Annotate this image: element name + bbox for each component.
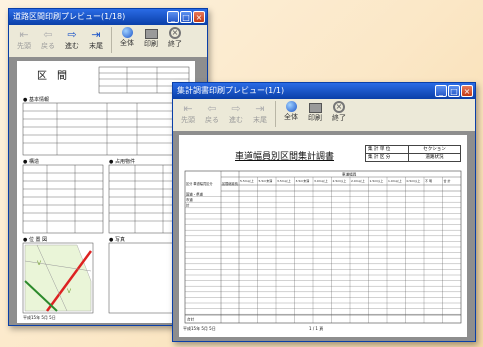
- toolbar-prev-page-button[interactable]: ⇦ 戻る: [201, 101, 223, 125]
- toolbar-button-label: 末尾: [89, 42, 103, 50]
- exit-icon: ×: [333, 101, 345, 113]
- toolbar-button-label: 終了: [168, 40, 182, 48]
- column-header: 0.5m以上: [407, 178, 421, 183]
- printer-icon: [308, 103, 322, 113]
- printer-icon: [144, 29, 158, 39]
- column-header: 3.5m未満: [296, 178, 310, 183]
- column-header: 2.0m以上: [351, 178, 365, 183]
- group-header: 車道幅員: [342, 172, 357, 177]
- close-button[interactable]: ×: [193, 11, 205, 23]
- column-header: 合 計: [444, 178, 451, 183]
- toolbar-button-label: 全体: [284, 113, 298, 121]
- preview-canvas[interactable]: 車道幅員別区間集計調書 集 計 単 位 セクション 集 計 区 分 道路状況 車…: [173, 131, 475, 341]
- column-header: 不 明: [425, 179, 432, 183]
- window-title: 道路区間印刷プレビュー(1/18): [13, 12, 126, 21]
- toolbar-button-label: 終了: [332, 114, 346, 122]
- column-header: 3.0m以上: [314, 178, 328, 183]
- toolbar-button-label: 全体: [120, 39, 134, 47]
- toolbar-button-label: 印刷: [144, 40, 158, 48]
- toolbar-button-label: 戻る: [41, 42, 55, 50]
- prev-page-icon: ⇦: [207, 101, 217, 115]
- toolbar-next-page-button[interactable]: ⇨ 進む: [61, 27, 83, 51]
- toolbar-prev-page-button[interactable]: ⇦ 戻る: [37, 27, 59, 51]
- toolbar-first-page-button[interactable]: ⇤ 先頭: [177, 101, 199, 125]
- maximize-button[interactable]: □: [448, 85, 460, 97]
- toolbar-exit-button[interactable]: × 終了: [164, 27, 186, 49]
- front-preview-window: 集計調書印刷プレビュー(1/1) _ □ × ⇤ 先頭 ⇦ 戻る ⇨ 進む ⇥ 末尾 全体 印刷 ×…: [172, 82, 476, 342]
- toolbar-button-label: 先頭: [181, 116, 195, 124]
- toolbar: ⇤ 先頭 ⇦ 戻る ⇨ 進む ⇥ 末尾 全体 印刷 × 終了: [173, 99, 475, 134]
- toolbar-button-label: 印刷: [308, 114, 322, 122]
- section-survey-label: ● 構造: [23, 159, 39, 165]
- footer-date: 平成15年 5月 5日: [23, 315, 56, 320]
- toolbar-fit-page-button[interactable]: 全体: [280, 101, 302, 122]
- toolbar-separator: [275, 101, 276, 127]
- column-header: 5.5m以上: [240, 178, 254, 183]
- minimize-button[interactable]: _: [167, 11, 179, 23]
- fit-page-icon: [285, 101, 297, 112]
- toolbar-exit-button[interactable]: × 終了: [328, 101, 350, 123]
- row-label: 計: [186, 203, 190, 208]
- section-photo-label: ● 写真: [109, 237, 125, 243]
- toolbar-button-label: 進む: [65, 42, 79, 50]
- section-cross-label: ● 占用物件: [109, 159, 135, 165]
- first-page-icon: ⇤: [19, 27, 29, 41]
- toolbar-printer-button[interactable]: 印刷: [140, 27, 162, 49]
- toolbar-button-label: 末尾: [253, 116, 267, 124]
- prev-page-icon: ⇦: [43, 27, 53, 41]
- preview-page: 区 間 V V ● 基本情報 ● 構造 ● 占用物件 ● 位 置 図 ● 写真 …: [17, 61, 195, 323]
- next-page-icon: ⇨: [231, 101, 241, 115]
- total-row-label: 合計: [187, 317, 195, 322]
- row-label: 市道: [186, 197, 193, 202]
- toolbar-fit-page-button[interactable]: 全体: [116, 27, 138, 48]
- exit-icon: ×: [169, 27, 181, 39]
- window-title: 集計調書印刷プレビュー(1/1): [177, 86, 285, 95]
- column-header: 2.5m以上: [333, 178, 347, 183]
- title-bar[interactable]: 道路区間印刷プレビュー(1/18) _ □ ×: [9, 9, 207, 25]
- toolbar-first-page-button[interactable]: ⇤ 先頭: [13, 27, 35, 51]
- fit-page-icon: [121, 27, 133, 38]
- toolbar-last-page-button[interactable]: ⇥ 末尾: [249, 101, 271, 125]
- title-bar[interactable]: 集計調書印刷プレビュー(1/1) _ □ ×: [173, 83, 475, 99]
- toolbar-next-page-button[interactable]: ⇨ 進む: [225, 101, 247, 125]
- column-header: 区間総延長: [222, 181, 239, 186]
- summary-table-grid: 車道幅員区分 車道幅員区分 区間総延長5.5m以上 5.5m未満 3.5m以上 3.5m…: [184, 170, 462, 324]
- first-page-icon: ⇤: [183, 101, 193, 115]
- toolbar-last-page-button[interactable]: ⇥ 末尾: [85, 27, 107, 51]
- column-header: 1.5m以上: [370, 178, 384, 183]
- column-header: 3.5m以上: [277, 178, 291, 183]
- toolbar-button-label: 戻る: [205, 116, 219, 124]
- next-page-icon: ⇨: [67, 27, 77, 41]
- last-page-icon: ⇥: [91, 27, 101, 41]
- column-header: 区分 車道幅員区分: [186, 181, 213, 186]
- toolbar-printer-button[interactable]: 印刷: [304, 101, 326, 123]
- section-basic-label: ● 基本情報: [23, 97, 49, 103]
- preview-page: 車道幅員別区間集計調書 集 計 単 位 セクション 集 計 区 分 道路状況 車…: [179, 135, 467, 337]
- toolbar-button-label: 先頭: [17, 42, 31, 50]
- row-label: 国道・県道: [186, 192, 204, 197]
- toolbar: ⇤ 先頭 ⇦ 戻る ⇨ 進む ⇥ 末尾 全体 印刷 × 終了: [9, 25, 207, 60]
- maximize-button[interactable]: □: [180, 11, 192, 23]
- toolbar-button-label: 進む: [229, 116, 243, 124]
- column-header: 1.0m以上: [388, 178, 402, 183]
- close-button[interactable]: ×: [461, 85, 473, 97]
- page-number: 1 / 1 頁: [309, 326, 324, 331]
- section-map-label: ● 位 置 図: [23, 237, 48, 243]
- footer-date: 平成15年 5月 5日: [183, 326, 216, 331]
- last-page-icon: ⇥: [255, 101, 265, 115]
- minimize-button[interactable]: _: [435, 85, 447, 97]
- column-header: 5.5m未満: [259, 178, 273, 183]
- toolbar-separator: [111, 27, 112, 53]
